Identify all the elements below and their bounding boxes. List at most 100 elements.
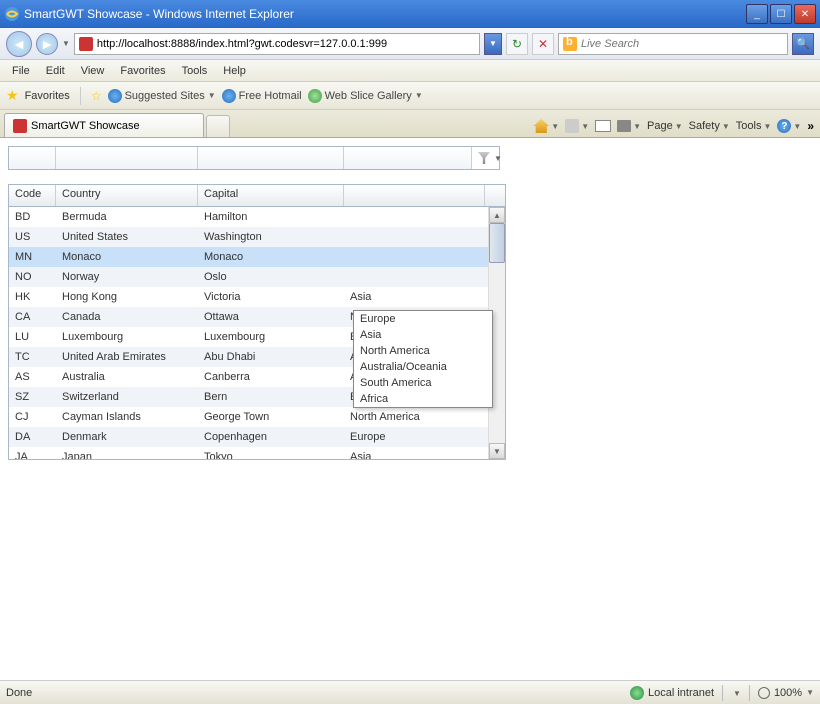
search-go-button[interactable]: 🔍: [792, 33, 814, 55]
stop-button[interactable]: ✕: [532, 33, 554, 55]
forward-button[interactable]: ►: [36, 33, 58, 55]
header-country[interactable]: Country: [56, 185, 198, 206]
page-icon: [79, 37, 93, 51]
filter-code[interactable]: [9, 147, 56, 169]
cell-continent: Europe: [344, 429, 485, 445]
menu-tools[interactable]: Tools: [174, 63, 216, 79]
free-hotmail-link[interactable]: Free Hotmail: [222, 89, 302, 103]
menu-favorites[interactable]: Favorites: [112, 63, 173, 79]
dropdown-option[interactable]: North America: [354, 343, 492, 359]
cell-capital: Victoria: [198, 289, 344, 305]
menu-bar: File Edit View Favorites Tools Help: [0, 60, 820, 82]
cell-capital: Monaco: [198, 249, 344, 265]
table-row[interactable]: JAJapanTokyoAsia: [9, 447, 489, 459]
page-menu[interactable]: Page▼: [647, 120, 683, 132]
address-dropdown[interactable]: ▼: [484, 33, 502, 55]
security-zone[interactable]: Local intranet: [630, 686, 714, 700]
table-row[interactable]: DADenmarkCopenhagenEurope: [9, 427, 489, 447]
home-button[interactable]: ▼: [533, 119, 559, 133]
address-bar[interactable]: [74, 33, 480, 55]
protected-mode[interactable]: ▼: [731, 687, 741, 699]
tools-menu[interactable]: Tools▼: [736, 120, 772, 132]
cell-country: Luxembourg: [56, 329, 198, 345]
cell-capital: Bern: [198, 389, 344, 405]
back-button[interactable]: ◄: [6, 31, 32, 57]
ie-small-icon: [108, 89, 122, 103]
menu-help[interactable]: Help: [215, 63, 254, 79]
header-code[interactable]: Code: [9, 185, 56, 206]
cell-continent: [344, 275, 485, 279]
suggested-sites-link[interactable]: Suggested Sites ▼: [108, 89, 216, 103]
search-input[interactable]: [581, 38, 783, 50]
cell-capital: Luxembourg: [198, 329, 344, 345]
table-row[interactable]: CJCayman IslandsGeorge TownNorth America: [9, 407, 489, 427]
menu-file[interactable]: File: [4, 63, 38, 79]
new-tab-button[interactable]: [206, 115, 230, 137]
table-row[interactable]: NONorwayOslo: [9, 267, 489, 287]
safety-menu[interactable]: Safety▼: [689, 120, 730, 132]
url-input[interactable]: [97, 38, 475, 50]
filter-continent-input[interactable]: [344, 147, 494, 169]
header-continent[interactable]: [344, 185, 485, 206]
window-title: SmartGWT Showcase - Windows Internet Exp…: [24, 7, 746, 21]
print-button[interactable]: ▼: [617, 120, 641, 132]
cell-country: Canada: [56, 309, 198, 325]
web-slice-gallery-link[interactable]: Web Slice Gallery ▼: [308, 89, 423, 103]
print-icon: [617, 120, 631, 132]
scroll-down-button[interactable]: ▼: [489, 443, 505, 459]
maximize-button[interactable]: ☐: [770, 4, 792, 24]
dropdown-option[interactable]: Africa: [354, 391, 492, 407]
magnifier-icon: [758, 687, 770, 699]
scroll-thumb[interactable]: [489, 223, 505, 263]
dropdown-option[interactable]: Australia/Oceania: [354, 359, 492, 375]
filter-continent[interactable]: ▼: [344, 147, 472, 169]
help-button[interactable]: ?▼: [777, 119, 801, 133]
cell-code: DA: [9, 429, 56, 445]
tab-smartgwt-showcase[interactable]: SmartGWT Showcase: [4, 113, 204, 137]
dropdown-option[interactable]: Europe: [354, 311, 492, 327]
search-bar[interactable]: [558, 33, 788, 55]
filter-country[interactable]: [56, 147, 198, 169]
dropdown-option[interactable]: South America: [354, 375, 492, 391]
history-dropdown[interactable]: ▼: [62, 39, 70, 48]
menu-edit[interactable]: Edit: [38, 63, 73, 79]
cell-continent: [344, 235, 485, 239]
ie-small-icon: [222, 89, 236, 103]
rss-button[interactable]: ▼: [565, 119, 589, 133]
minimize-button[interactable]: _: [746, 4, 768, 24]
cell-code: MN: [9, 249, 56, 265]
table-row[interactable]: USUnited StatesWashington: [9, 227, 489, 247]
add-favorite-icon[interactable]: ☆: [91, 89, 102, 103]
cell-country: Bermuda: [56, 209, 198, 225]
table-row[interactable]: BDBermudaHamilton: [9, 207, 489, 227]
cell-continent: [344, 255, 485, 259]
refresh-button[interactable]: ↻: [506, 33, 528, 55]
cell-code: BD: [9, 209, 56, 225]
header-capital[interactable]: Capital: [198, 185, 344, 206]
table-row[interactable]: MNMonacoMonaco: [9, 247, 489, 267]
cell-country: Australia: [56, 369, 198, 385]
favorites-bar: ★ Favorites ☆ Suggested Sites ▼ Free Hot…: [0, 82, 820, 110]
cell-continent: [344, 215, 485, 219]
help-icon: ?: [777, 119, 791, 133]
menu-view[interactable]: View: [73, 63, 113, 79]
filter-row: ▼: [8, 146, 500, 170]
mail-button[interactable]: [595, 120, 611, 132]
table-row[interactable]: HKHong KongVictoriaAsia: [9, 287, 489, 307]
dropdown-option[interactable]: Asia: [354, 327, 492, 343]
favorites-label[interactable]: Favorites: [25, 90, 70, 102]
cell-code: LU: [9, 329, 56, 345]
overflow-button[interactable]: »: [807, 119, 814, 133]
cell-code: TC: [9, 349, 56, 365]
cell-code: JA: [9, 449, 56, 459]
globe-icon: [630, 686, 644, 700]
status-text: Done: [6, 687, 630, 699]
zoom-control[interactable]: 100% ▼: [758, 687, 814, 699]
filter-capital[interactable]: [198, 147, 344, 169]
ie-icon: [4, 6, 20, 22]
close-button[interactable]: ✕: [794, 4, 816, 24]
cell-country: Denmark: [56, 429, 198, 445]
cell-capital: Hamilton: [198, 209, 344, 225]
chevron-down-icon[interactable]: ▼: [494, 154, 502, 163]
scroll-up-button[interactable]: ▲: [489, 207, 505, 223]
